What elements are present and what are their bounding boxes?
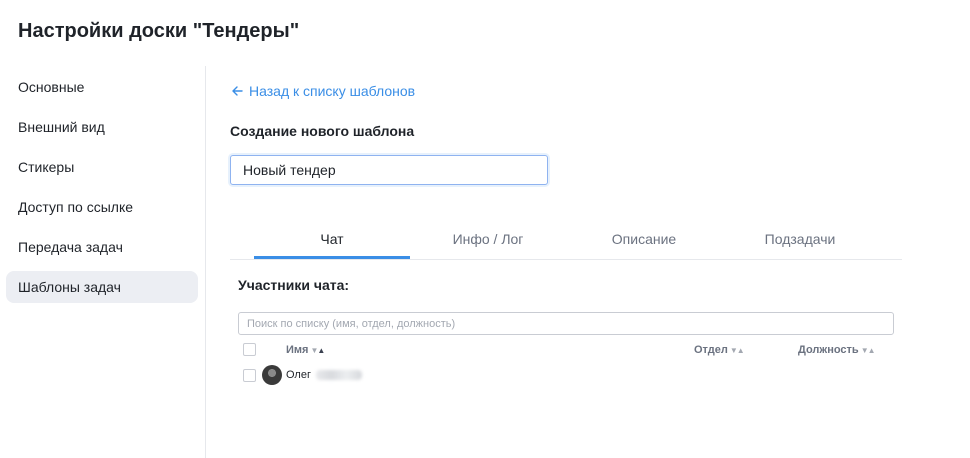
avatar (262, 365, 282, 385)
template-name-input[interactable] (230, 155, 548, 185)
arrow-left-icon (231, 85, 243, 97)
tab-description[interactable]: Описание (566, 222, 722, 258)
page-title: Настройки доски "Тендеры" (18, 20, 300, 42)
row-checkbox[interactable] (243, 369, 256, 382)
members-title: Участники чата: (238, 277, 350, 293)
sidebar-divider (205, 66, 206, 458)
back-to-templates-link[interactable]: Назад к списку шаблонов (231, 82, 415, 100)
column-header-position[interactable]: Должность ▼▲ (798, 344, 876, 356)
select-all-checkbox[interactable] (243, 343, 256, 356)
sidebar-item-stickers[interactable]: Стикеры (6, 151, 198, 183)
sort-arrows-icon: ▼▲ (860, 345, 876, 355)
members-search-input[interactable] (238, 312, 894, 335)
template-tabs: Чат Инфо / Лог Описание Подзадачи (230, 222, 902, 260)
sidebar-item-general[interactable]: Основные (6, 71, 198, 103)
sidebar-item-link-access[interactable]: Доступ по ссылке (6, 191, 198, 223)
tab-subtasks[interactable]: Подзадачи (722, 222, 878, 258)
column-header-name[interactable]: Имя ▼▲ (286, 344, 325, 356)
sidebar-item-task-transfer[interactable]: Передача задач (6, 231, 198, 263)
member-name: Олег (286, 369, 311, 381)
sidebar: Основные Внешний вид Стикеры Доступ по с… (6, 71, 198, 311)
section-title: Создание нового шаблона (230, 123, 415, 139)
sidebar-item-appearance[interactable]: Внешний вид (6, 111, 198, 143)
sort-arrows-icon: ▼▲ (729, 345, 745, 355)
back-link-label: Назад к списку шаблонов (249, 83, 416, 99)
redacted-surname (316, 370, 362, 380)
column-header-department[interactable]: Отдел ▼▲ (694, 344, 745, 356)
tab-chat[interactable]: Чат (254, 222, 410, 259)
sidebar-item-task-templates[interactable]: Шаблоны задач (6, 271, 198, 303)
sort-arrows-icon: ▼▲ (310, 345, 325, 355)
tab-info-log[interactable]: Инфо / Лог (410, 222, 566, 258)
